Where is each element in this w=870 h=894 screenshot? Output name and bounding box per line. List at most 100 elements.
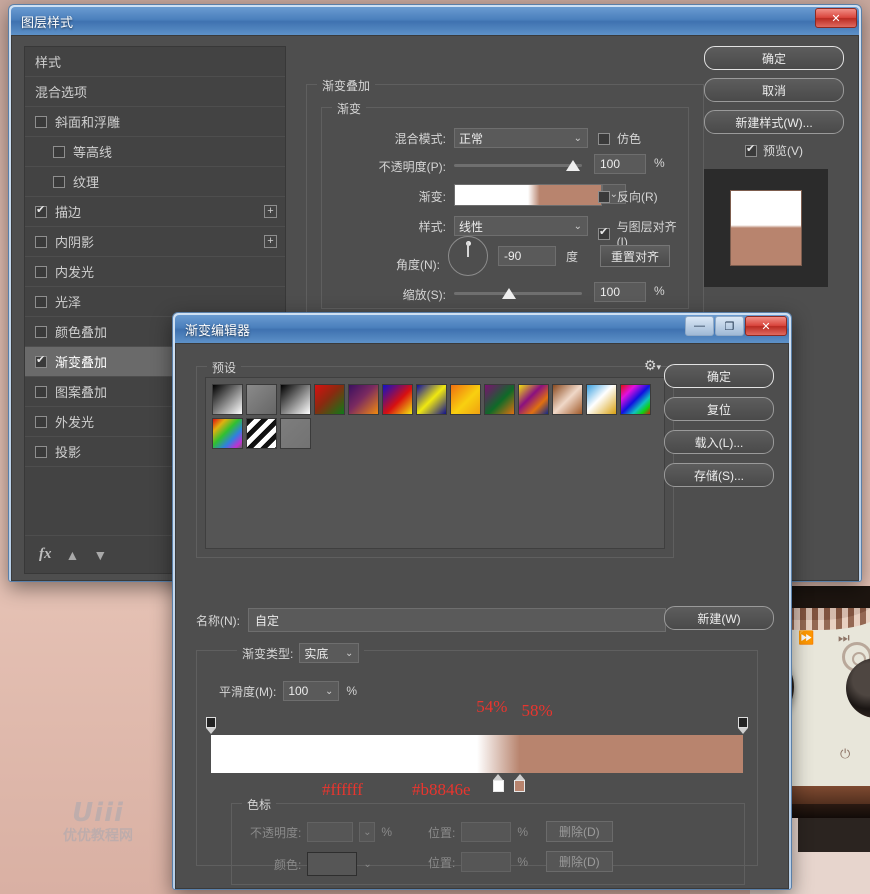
color-stop-white[interactable] <box>491 774 505 792</box>
maximize-icon[interactable]: ❐ <box>715 316 744 336</box>
gradient-preset-12[interactable] <box>620 384 651 415</box>
stop-opacity-position-input <box>461 822 511 842</box>
ge-load-button[interactable]: 载入(L)... <box>664 430 774 454</box>
gradient-preset-11[interactable] <box>586 384 617 415</box>
ge-save-button[interactable]: 存储(S)... <box>664 463 774 487</box>
opacity-unit-wrap: % <box>654 156 665 170</box>
cancel-button[interactable]: 取消 <box>704 78 844 102</box>
gradient-preset-13[interactable] <box>212 418 243 449</box>
scale-label: 缩放(S): <box>403 286 446 303</box>
new-style-button[interactable]: 新建样式(W)... <box>704 110 844 134</box>
ge-reset-label: 复位 <box>707 401 731 418</box>
style-select[interactable]: 线性 ⌄ <box>454 216 588 236</box>
blend-mode-select[interactable]: 正常 ⌄ <box>454 128 588 148</box>
effect-checkbox-6[interactable] <box>35 236 47 248</box>
effect-add-icon-5[interactable]: + <box>264 205 277 218</box>
angle-input[interactable]: -90 <box>498 246 556 266</box>
gear-icon[interactable]: ⚙▾ <box>644 357 661 374</box>
color-stop-brown[interactable] <box>513 774 527 792</box>
gradient-editor-titlebar[interactable]: 渐变编辑器 — ❐ ✕ <box>175 315 789 343</box>
gradient-preset-14[interactable] <box>246 418 277 449</box>
effect-add-icon-6[interactable]: + <box>264 235 277 248</box>
preview-checkbox[interactable] <box>745 145 757 157</box>
effect-checkbox-11[interactable] <box>35 386 47 398</box>
gradient-preset-3[interactable] <box>314 384 345 415</box>
gradient-editor-buttons: 确定 复位 载入(L)... 存储(S)... <box>664 364 774 496</box>
gradient-inner-title: 渐变 <box>332 100 366 117</box>
effect-checkbox-5[interactable] <box>35 206 47 218</box>
effect-checkbox-7[interactable] <box>35 266 47 278</box>
ge-ok-button[interactable]: 确定 <box>664 364 774 388</box>
gradient-preset-10[interactable] <box>552 384 583 415</box>
align-checkbox[interactable] <box>598 228 610 240</box>
effect-label-5: 描边 <box>55 202 81 221</box>
close-icon[interactable]: ✕ <box>745 316 787 336</box>
smoothness-select[interactable]: 100 ⌄ <box>283 681 339 701</box>
effect-checkbox-3[interactable] <box>53 146 65 158</box>
ge-reset-button[interactable]: 复位 <box>664 397 774 421</box>
effect-item-2[interactable]: 斜面和浮雕 <box>25 107 285 137</box>
name-row: 名称(N): 自定 <box>196 608 666 632</box>
effect-checkbox-2[interactable] <box>35 116 47 128</box>
angle-dial[interactable] <box>448 236 488 276</box>
opacity-slider[interactable] <box>454 158 582 172</box>
gradient-preset-0[interactable] <box>212 384 243 415</box>
effect-checkbox-10[interactable] <box>35 356 47 368</box>
scale-slider-thumb[interactable] <box>502 288 516 299</box>
scale-input[interactable]: 100 <box>594 282 646 302</box>
opacity-label-wrap: 不透明度(P): <box>316 158 446 175</box>
effect-checkbox-8[interactable] <box>35 296 47 308</box>
gradient-swatch[interactable] <box>454 184 602 206</box>
scale-slider[interactable] <box>454 286 582 300</box>
opacity-stop-left[interactable] <box>204 717 218 734</box>
dither-row: 仿色 <box>598 130 641 147</box>
gradient-preset-15[interactable] <box>280 418 311 449</box>
gradient-preset-8[interactable] <box>484 384 515 415</box>
effect-item-0[interactable]: 样式 <box>25 47 285 77</box>
opacity-input[interactable]: 100 <box>594 154 646 174</box>
ge-new-label: 新建(W) <box>697 610 740 627</box>
gradient-preset-4[interactable] <box>348 384 379 415</box>
stop-opacity-row: 不透明度: ⌄ % <box>250 822 392 842</box>
gradient-preset-7[interactable] <box>450 384 481 415</box>
reset-align-button[interactable]: 重置对齐 <box>600 245 670 267</box>
effect-checkbox-12[interactable] <box>35 416 47 428</box>
effect-item-3[interactable]: 等高线 <box>25 137 285 167</box>
move-up-icon[interactable]: ▲ <box>66 547 80 563</box>
gradient-editor-dialog: 渐变编辑器 — ❐ ✕ 预设 ⚙▾ 确定 复位 载入(L)... <box>172 312 792 890</box>
angle-label-wrap: 角度(N): <box>316 256 440 273</box>
fx-icon[interactable]: fx <box>39 546 52 563</box>
ge-new-button[interactable]: 新建(W) <box>664 606 774 630</box>
gradient-preset-6[interactable] <box>416 384 447 415</box>
effect-item-6[interactable]: 内阴影+ <box>25 227 285 257</box>
effect-checkbox-9[interactable] <box>35 326 47 338</box>
annotation-color-left: #ffffff <box>322 780 363 800</box>
move-down-icon[interactable]: ▼ <box>93 547 107 563</box>
effect-item-1[interactable]: 混合选项 <box>25 77 285 107</box>
presets-box[interactable] <box>205 377 665 549</box>
gradient-preset-1[interactable] <box>246 384 277 415</box>
gradient-bar[interactable] <box>211 735 743 773</box>
close-icon[interactable]: ✕ <box>815 8 857 28</box>
minimize-icon[interactable]: — <box>685 316 714 336</box>
gradient-type-select[interactable]: 实底 ⌄ <box>299 643 359 663</box>
gradient-preset-2[interactable] <box>280 384 311 415</box>
gradient-preset-9[interactable] <box>518 384 549 415</box>
gradient-bar-wrap[interactable]: 54% 58% <box>211 735 743 773</box>
name-label: 名称(N): <box>196 612 240 629</box>
new-style-button-label: 新建样式(W)... <box>735 114 812 131</box>
opacity-stop-right[interactable] <box>736 717 750 734</box>
name-input[interactable]: 自定 <box>248 608 666 632</box>
effect-item-4[interactable]: 纹理 <box>25 167 285 197</box>
effect-item-5[interactable]: 描边 + <box>25 197 285 227</box>
opacity-slider-thumb[interactable] <box>566 160 580 171</box>
chevron-down-icon: ⌄ <box>363 859 371 870</box>
reverse-checkbox[interactable] <box>598 191 610 203</box>
gradient-preset-5[interactable] <box>382 384 413 415</box>
ok-button[interactable]: 确定 <box>704 46 844 70</box>
layer-style-titlebar[interactable]: 图层样式 ✕ <box>11 7 859 35</box>
effect-checkbox-4[interactable] <box>53 176 65 188</box>
effect-checkbox-13[interactable] <box>35 446 47 458</box>
effect-item-7[interactable]: 内发光 <box>25 257 285 287</box>
dither-checkbox[interactable] <box>598 133 610 145</box>
